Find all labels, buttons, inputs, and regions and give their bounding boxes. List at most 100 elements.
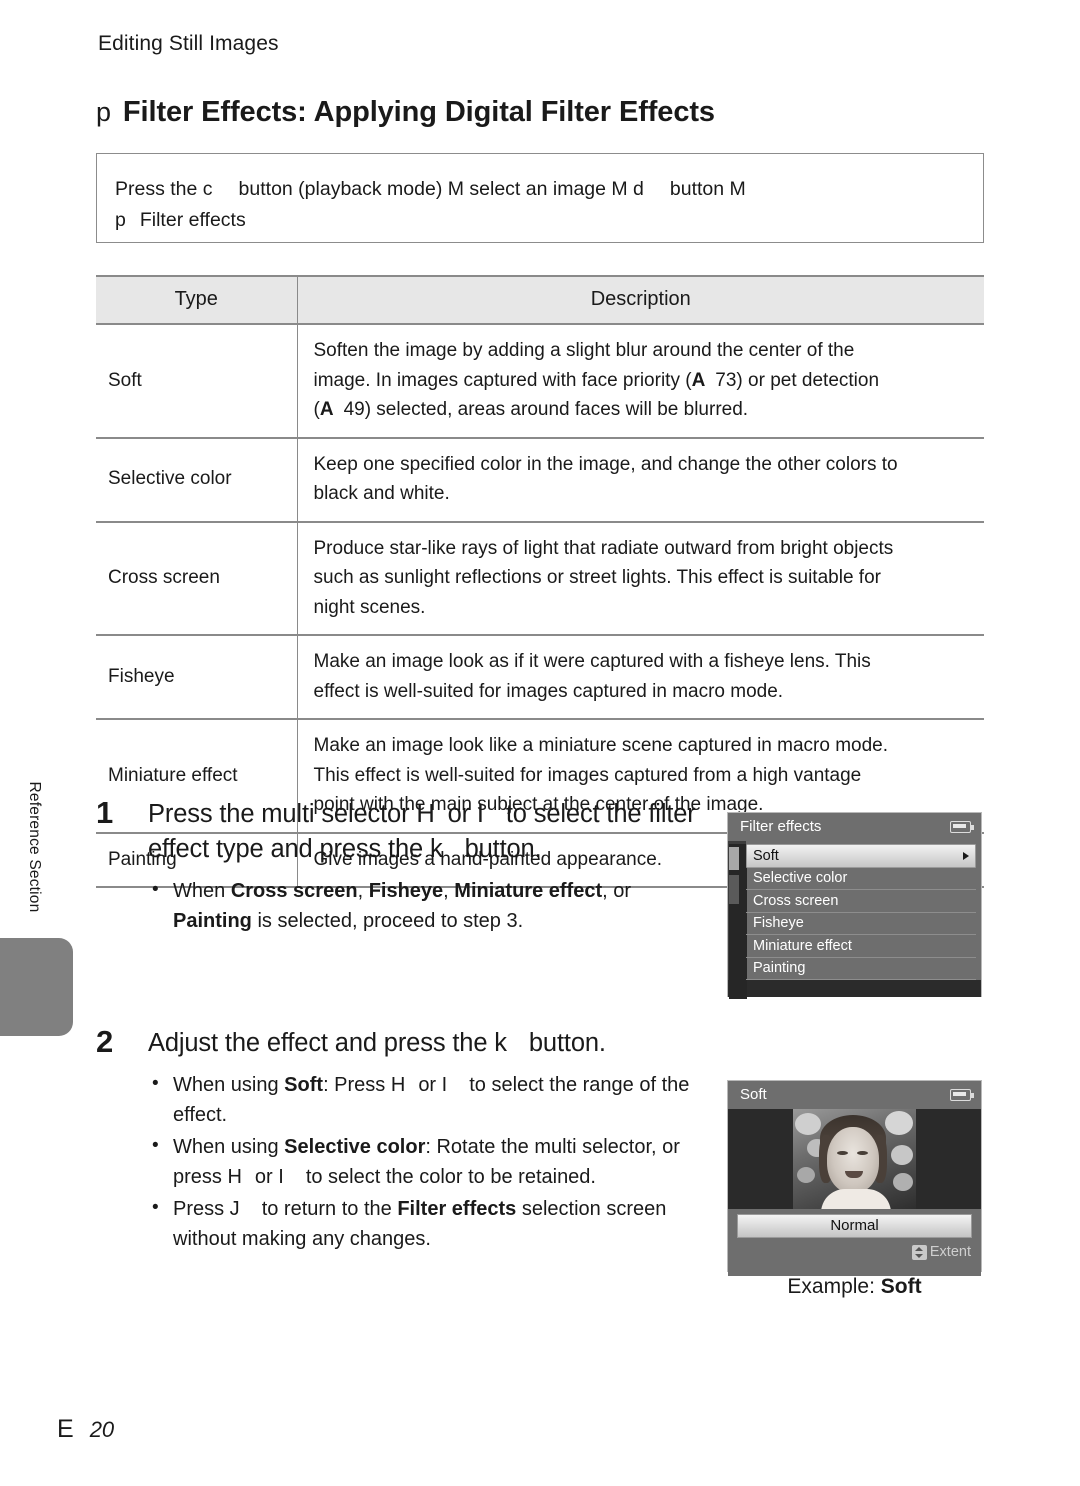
desc-line: Keep one specified color in the image, a… [313, 453, 898, 475]
battery-icon [950, 1088, 974, 1101]
note-bold: Filter effects [397, 1198, 517, 1220]
menu-scroll-track [729, 875, 739, 904]
menu-scroll-indicator [729, 847, 739, 870]
desc-line: effect is well-suited for images capture… [313, 680, 784, 702]
note-text: or I [254, 1166, 284, 1188]
list-item: When Cross screen, Fisheye, Miniature ef… [148, 875, 696, 936]
note-bold: Painting [173, 910, 252, 932]
menu-item-label: Fisheye [753, 915, 804, 931]
cell-description-cross-screen: Produce star-like rays of light that rad… [297, 521, 984, 636]
preview-hint-label: Extent [929, 1244, 971, 1260]
preview-hint: Extent [728, 1238, 981, 1260]
menu-item-selective-color[interactable]: Selective color [746, 868, 976, 890]
table-header-row: Type Description [96, 275, 984, 325]
note-text: to select the color to be retained. [305, 1166, 596, 1188]
menu-item-label: Soft [753, 847, 779, 864]
note-text: is selected, proceed to step 3. [251, 910, 524, 932]
portrait-eye-right [857, 1151, 868, 1155]
step-1-heading-part: button. [464, 835, 542, 863]
step-2-heading-part: Adjust the effect and press the k [148, 1029, 507, 1057]
page-ref-icon: A [319, 399, 334, 420]
step-2-notes: When using Soft: Press H or I to select th… [148, 1069, 696, 1254]
camera-screen-filter-effects-menu: Filter effects Soft Selective color Cros… [727, 812, 982, 999]
menu-item-label: Selective color [753, 870, 848, 886]
side-tab-marker [0, 938, 73, 1036]
chevron-right-icon [963, 851, 969, 860]
menu-path-box: Press the c button (playback mode) M sele… [96, 153, 984, 243]
note-text: Press J [173, 1198, 240, 1220]
camera-menu-title: Filter effects [740, 818, 822, 835]
cell-type-fisheye: Fisheye [96, 635, 298, 720]
folio-mark: E [57, 1415, 74, 1443]
step-1-heading-part: or I [447, 800, 484, 828]
up-down-arrow-icon [911, 1244, 927, 1260]
menu-item-label: Cross screen [753, 892, 839, 909]
table-row: Cross screen Produce star-like rays of l… [96, 521, 984, 636]
camera-preview-title: Soft [740, 1086, 767, 1103]
path-segment-playback: button (playback mode) M select an image… [238, 178, 644, 200]
preview-photo-area [728, 1109, 981, 1209]
note-bold: Cross screen [230, 880, 358, 902]
cell-description-fisheye: Make an image look as if it were capture… [297, 635, 984, 720]
running-head: Editing Still Images [98, 32, 279, 55]
example-caption-prefix: Example: [787, 1275, 881, 1298]
menu-path-line-1: Press the c button (playback mode) M sele… [115, 174, 965, 205]
note-text: or I [418, 1074, 448, 1096]
cell-type-selective-color: Selective color [96, 437, 298, 523]
column-header-type: Type [96, 275, 298, 325]
path-segment-button: button M [669, 178, 746, 200]
step-1-notes: When Cross screen, Fisheye, Miniature ef… [148, 875, 696, 936]
desc-line: night scenes. [313, 596, 426, 618]
desc-line: Make an image look like a miniature scen… [313, 735, 889, 756]
preview-photo-thumbnail [793, 1109, 916, 1209]
camera-screen-soft-preview: Soft Normal Extent [727, 1080, 982, 1276]
desc-line: 49) selected, areas around faces will be… [343, 399, 749, 420]
menu-item-fisheye[interactable]: Fisheye [746, 913, 976, 935]
note-text: , [357, 880, 369, 902]
note-bold: Miniature effect [454, 880, 603, 902]
desc-line: such as sunlight reflections or street l… [313, 567, 881, 588]
note-text: , [443, 880, 455, 902]
folio: E 20 [57, 1415, 114, 1444]
step-1-heading-part: to select the [505, 800, 642, 828]
effect-range-slider[interactable]: Normal [737, 1214, 972, 1238]
camera-preview-footer [728, 1260, 981, 1276]
step-1-heading-part: Press the multi selector H [148, 800, 435, 828]
portrait-face [827, 1127, 879, 1193]
list-item: Press Jto return to the Filter effects s… [148, 1193, 696, 1254]
step-2-heading: Adjust the effect and press the k button. [148, 1026, 696, 1061]
side-tab-label: Reference Section [26, 781, 43, 913]
menu-item-label: Painting [753, 960, 806, 976]
column-header-description: Description [297, 275, 984, 325]
step-2-heading-part: button. [528, 1029, 606, 1057]
note-text: When using [173, 1136, 285, 1158]
table-row: Fisheye Make an image look as if it were… [96, 635, 984, 720]
table-row: Soft Soften the image by adding a slight… [96, 324, 984, 439]
desc-line: image. In images captured with face prio… [313, 369, 692, 391]
desc-line: Produce star-like rays of light that rad… [313, 537, 894, 559]
note-bold: Fisheye [368, 880, 444, 902]
step-1: 1 Press the multi selector H or I to selec… [96, 797, 696, 938]
battery-icon [950, 820, 974, 833]
note-text: When [173, 880, 231, 902]
menu-item-cross-screen[interactable]: Cross screen [746, 890, 976, 913]
portrait-shirt [821, 1189, 891, 1209]
note-bold: Selective color [284, 1136, 426, 1158]
portrait-eye-left [837, 1151, 848, 1155]
cell-type-soft: Soft [96, 324, 298, 439]
note-text: : Press H [323, 1074, 406, 1096]
page-ref-icon: A [691, 369, 706, 391]
menu-item-painting[interactable]: Painting [746, 958, 976, 980]
table-row: Selective color Keep one specified color… [96, 437, 984, 523]
camera-menu-titlebar: Filter effects [728, 813, 981, 841]
camera-menu-list: Soft Selective color Cross screen Fishey… [746, 841, 981, 980]
menu-item-label: Miniature effect [753, 937, 852, 954]
path-segment-filter-effects: Filter effects [139, 209, 246, 231]
menu-item-soft[interactable]: Soft [746, 844, 976, 868]
note-bold: Soft [284, 1074, 324, 1096]
menu-item-miniature-effect[interactable]: Miniature effect [746, 935, 976, 958]
page-title-text: Filter Effects: Applying Digital Filter … [122, 96, 715, 128]
desc-line: 73) or pet detection [715, 369, 880, 391]
note-text: to return to the [261, 1198, 398, 1220]
note-text: , or [602, 880, 632, 902]
